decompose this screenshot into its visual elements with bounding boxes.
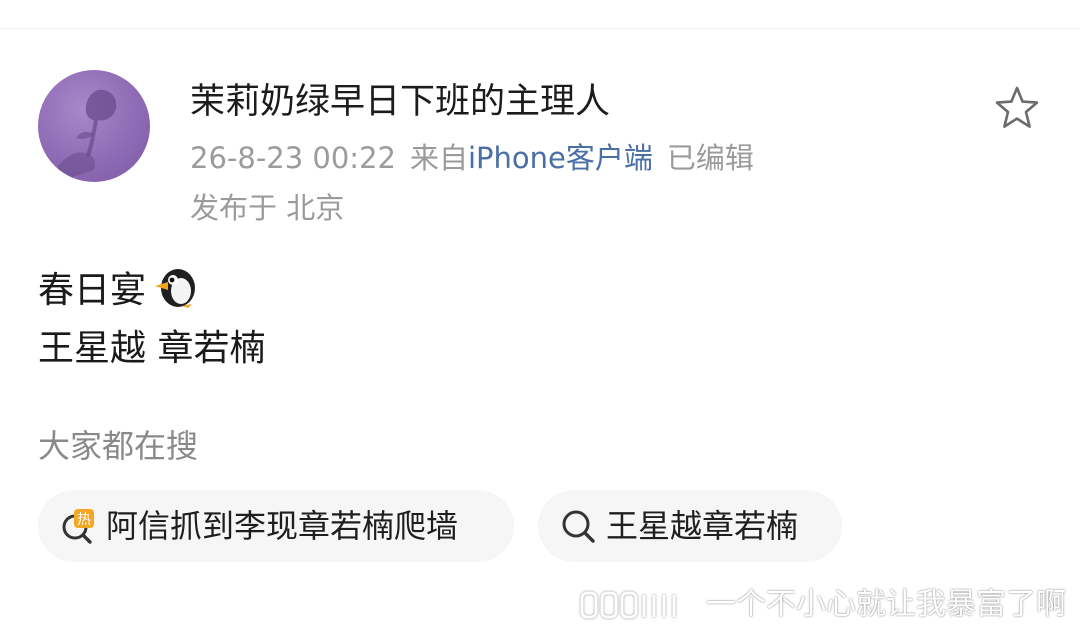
rose-silhouette-icon <box>58 89 117 182</box>
source-link[interactable]: iPhone客户端 <box>468 141 653 175</box>
post-location: 发布于 北京 <box>190 191 345 225</box>
star-icon <box>995 86 1039 128</box>
favorite-button[interactable] <box>992 84 1042 132</box>
post-line-1: 春日宴 <box>38 262 265 320</box>
avatar[interactable] <box>38 70 150 182</box>
post-body: 春日宴 王星越 章若楠 <box>38 262 265 378</box>
edited-label[interactable]: 已编辑 <box>667 141 754 175</box>
search-chip-label: 阿信抓到李现章若楠爬墙 <box>106 507 459 545</box>
search-chip-label: 王星越章若楠 <box>606 507 799 545</box>
search-section-title: 大家都在搜 <box>38 427 199 465</box>
weibo-watermark-logo <box>578 589 702 621</box>
post-text-line-1: 春日宴 <box>38 270 147 311</box>
top-divider <box>0 28 1080 29</box>
source-prefix: 来自 <box>409 141 468 175</box>
watermark-text: 一个不小心就让我暴富了啊 <box>706 587 1066 622</box>
post-meta: 26-8-23 00:22 来自iPhone客户端 已编辑 <box>190 138 754 178</box>
search-chip-hot[interactable]: 热 阿信抓到李现章若楠爬墙 <box>38 490 514 562</box>
search-icon <box>558 506 598 546</box>
watermark: 一个不小心就让我暴富了啊 <box>578 586 1066 624</box>
penguin-emoji-icon <box>152 264 198 310</box>
post-timestamp: 26-8-23 00:22 <box>190 141 396 175</box>
author-name[interactable]: 茉莉奶绿早日下班的主理人 <box>190 80 610 124</box>
hot-search-icon: 热 <box>58 506 98 546</box>
post-line-2: 王星越 章若楠 <box>38 328 266 369</box>
weibo-post-screen: 茉莉奶绿早日下班的主理人 26-8-23 00:22 来自iPhone客户端 已编辑… <box>0 0 1080 628</box>
hot-badge: 热 <box>77 512 91 528</box>
search-chip[interactable]: 王星越章若楠 <box>538 490 842 562</box>
